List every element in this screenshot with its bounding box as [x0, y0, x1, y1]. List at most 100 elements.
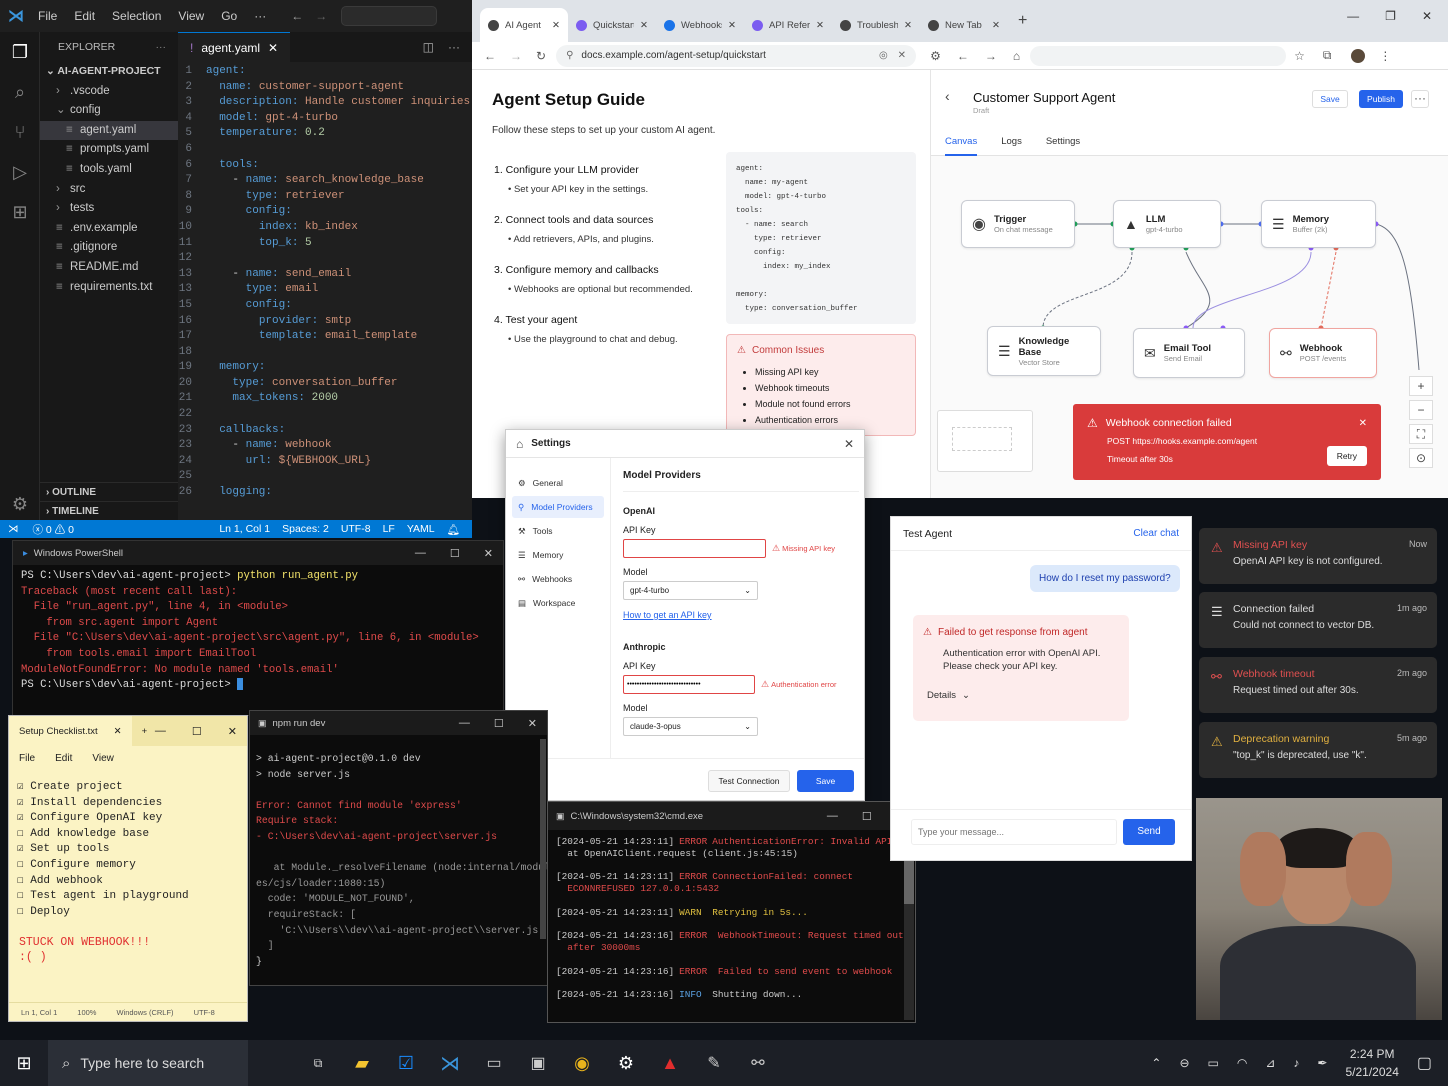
openai-api-key-input[interactable] — [623, 539, 766, 558]
file-tree-item[interactable]: ≡ requirements.txt — [40, 278, 178, 298]
windows-start-icon[interactable]: ⊞ — [0, 1040, 48, 1086]
cmd-taskbar-icon[interactable]: ▣ — [516, 1040, 560, 1086]
network-icon[interactable]: ⊖ — [1179, 1056, 1189, 1070]
settings-nav-item[interactable]: ⚙ General — [512, 472, 604, 494]
back-icon[interactable]: ← — [484, 49, 496, 63]
bell-icon[interactable]: 🔔︎ — [447, 523, 460, 536]
save-settings-button[interactable]: Save — [797, 770, 854, 792]
notepad-menu-item[interactable]: File — [19, 753, 35, 764]
site-info-icon[interactable]: ⚲ — [566, 50, 573, 61]
send-button[interactable]: Send — [1123, 819, 1175, 845]
back-icon-2[interactable]: ← — [957, 49, 969, 63]
close-tab-icon[interactable]: ✕ — [640, 20, 648, 31]
node-knowledge-base[interactable]: ☰ Knowledge Base Vector Store — [987, 326, 1101, 376]
todo-app-icon[interactable]: ☑ — [384, 1040, 428, 1086]
settings-nav-item[interactable]: ⚲ Model Providers — [512, 496, 604, 518]
anthropic-model-select[interactable]: claude-3-opus ⌄ — [623, 717, 758, 736]
profile-avatar[interactable] — [1351, 48, 1366, 63]
settings-nav-item[interactable]: ☰ Memory — [512, 544, 604, 566]
indentation[interactable]: Spaces: 2 — [282, 523, 329, 535]
notepad-menu-item[interactable]: Edit — [55, 753, 72, 764]
browser-tab[interactable]: API Reference ✕ — [744, 8, 832, 42]
close-tab-icon[interactable]: ✕ — [728, 20, 736, 31]
pen-icon[interactable]: ✒ — [1317, 1056, 1327, 1070]
chevron-up-icon[interactable]: ⌃ — [1151, 1056, 1161, 1070]
project-root[interactable]: ⌄ AI-AGENT-PROJECT — [40, 62, 178, 82]
minimize-icon[interactable]: — — [155, 725, 166, 738]
lens-icon[interactable]: ◎ — [879, 50, 888, 61]
omnibox-2[interactable] — [1030, 45, 1287, 66]
task-view-icon[interactable]: ⧉ — [296, 1040, 340, 1086]
lock-icon[interactable]: ⊙ — [1409, 448, 1433, 468]
zoom-out-icon[interactable]: − — [1409, 400, 1433, 420]
minimize-icon[interactable]: — — [827, 810, 838, 823]
extensions-icon[interactable]: ⊞ — [0, 192, 40, 232]
source-control-icon[interactable]: ⑂ — [0, 112, 40, 152]
node-memory[interactable]: ☰ Memory Buffer (2k) — [1261, 200, 1376, 248]
file-tree-item[interactable]: ≡ README.md — [40, 258, 178, 278]
notepad-menu-item[interactable]: View — [92, 753, 114, 764]
menu-item[interactable]: ··· — [254, 9, 266, 23]
search-icon[interactable]: ⌕ — [0, 72, 40, 112]
code-editor[interactable]: 1 agent: 2 name: customer-support-agent 3 d… — [178, 62, 472, 501]
url-field[interactable]: ⚲ docs.example.com/agent-setup/quickstart… — [556, 44, 917, 67]
files-icon[interactable]: ❐ — [0, 32, 40, 72]
browser-tab[interactable]: Quickstart ✕ — [568, 8, 656, 42]
settings-nav-item[interactable]: ⚯ Webhooks — [512, 568, 604, 590]
notification-center-icon[interactable]: ▢ — [1417, 1053, 1432, 1073]
file-tree-item[interactable]: ⌄ config — [40, 101, 178, 121]
node-llm[interactable]: ▲ LLM gpt-4-turbo — [1113, 200, 1221, 248]
minimize-icon[interactable]: — — [415, 547, 426, 560]
retry-button[interactable]: Retry — [1326, 446, 1367, 466]
close-tab-icon[interactable]: ✕ — [114, 726, 122, 737]
clear-icon[interactable]: ✕ — [898, 50, 906, 61]
file-explorer-icon[interactable]: ▰ — [340, 1040, 384, 1086]
forward-icon[interactable]: → — [510, 49, 522, 63]
back-arrow-icon[interactable]: ← — [291, 9, 303, 23]
encoding[interactable]: UTF-8 — [341, 523, 371, 535]
minimize-icon[interactable]: — — [459, 717, 470, 730]
pdf-reader-icon[interactable]: ▲ — [648, 1040, 692, 1086]
toast-notification[interactable]: ⚯ Webhook timeout 2m ago Request timed out … — [1199, 657, 1437, 713]
notepad-taskbar-icon[interactable]: ✎ — [692, 1040, 736, 1086]
npm-output[interactable]: > ai-agent-project@0.1.0 dev > node serve… — [250, 735, 547, 985]
anthropic-api-key-input[interactable] — [623, 675, 755, 694]
toast-notification[interactable]: ⚠ Missing API key Now OpenAI API key is not… — [1199, 528, 1437, 584]
file-tree-item[interactable]: ≡ .env.example — [40, 219, 178, 239]
file-tree-item[interactable]: ≡ tools.yaml — [40, 160, 178, 180]
webhook-tool-icon[interactable]: ⚯ — [736, 1040, 780, 1086]
chat-message-input[interactable] — [911, 819, 1117, 845]
clock[interactable]: 2:24 PM 5/21/2024 — [1345, 1045, 1398, 1081]
node-email-tool[interactable]: ✉ Email Tool Send Email — [1133, 328, 1245, 378]
new-tab-icon[interactable]: + — [142, 726, 148, 737]
toast-notification[interactable]: ⚠ Deprecation warning 5m ago "top_k" is dep… — [1199, 722, 1437, 778]
maximize-icon[interactable]: ☐ — [494, 717, 504, 730]
file-tree-item[interactable]: ≡ .gitignore — [40, 238, 178, 258]
timeline-section[interactable]: › TIMELINE — [40, 501, 178, 521]
run-debug-icon[interactable]: ▷ — [0, 152, 40, 192]
fit-view-icon[interactable]: ⛶ — [1409, 424, 1433, 444]
maximize-icon[interactable]: ☐ — [862, 810, 872, 823]
settings-nav-item[interactable]: ▤ Workspace — [512, 592, 604, 614]
minimize-icon[interactable]: — — [1347, 9, 1359, 23]
taskbar-search[interactable]: ⌕ Type here to search — [48, 1040, 248, 1086]
remote-icon[interactable]: ⋊ — [0, 523, 27, 535]
bookmark-star-icon[interactable]: ☆ — [1294, 49, 1305, 63]
browser-tab[interactable]: Webhooks ✕ — [656, 8, 744, 42]
close-tab-icon[interactable]: ✕ — [992, 20, 1000, 31]
close-icon[interactable]: ✕ — [268, 41, 278, 55]
zoom-in-icon[interactable]: + — [1409, 376, 1433, 396]
toast-notification[interactable]: ☰ Connection failed 1m ago Could not connec… — [1199, 592, 1437, 648]
browser-tab[interactable]: AI Agent ✕ — [480, 8, 568, 42]
terminal-taskbar-icon[interactable]: ▭ — [472, 1040, 516, 1086]
maximize-icon[interactable]: ☐ — [192, 725, 202, 738]
extensions-puzzle-icon[interactable]: ⧉ — [1323, 48, 1332, 63]
cursor-position[interactable]: Ln 1, Col 1 — [219, 523, 270, 535]
tab-agent-yaml[interactable]: ! agent.yaml ✕ — [178, 32, 291, 62]
maximize-icon[interactable]: ❐ — [1385, 9, 1396, 23]
menu-item[interactable]: Go — [221, 9, 237, 23]
outline-section[interactable]: › OUTLINE — [40, 482, 178, 502]
file-tree-item[interactable]: › .vscode — [40, 82, 178, 102]
vscode-taskbar-icon[interactable]: ⋊ — [428, 1040, 472, 1086]
clear-chat-link[interactable]: Clear chat — [1133, 528, 1179, 539]
